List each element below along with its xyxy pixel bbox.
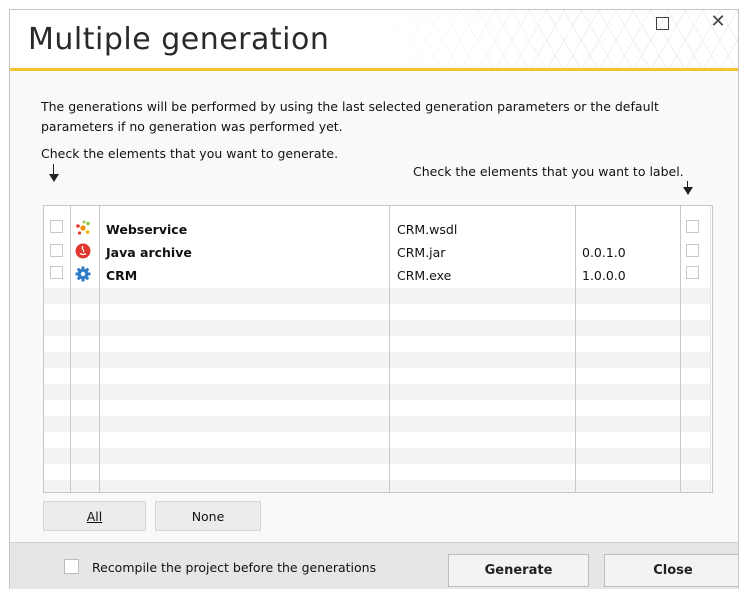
generate-arrow-icon [49,164,59,182]
label-checkbox[interactable] [686,220,699,233]
element-name: Webservice [106,222,188,237]
table-scrollbar[interactable]: ︿ ﹀ [710,206,712,492]
maximize-icon [655,17,669,30]
table-stripe [44,448,712,464]
table-stripe [44,416,712,432]
select-none-label: None [191,509,225,524]
table-row[interactable]: CRM CRM.exe 1.0.0.0 [44,264,712,286]
generate-button[interactable]: Generate [448,554,589,587]
scroll-up-icon[interactable]: ︿ [711,212,712,224]
select-all-label: All [86,509,103,524]
dialog-title: Multiple generation [28,22,330,57]
generate-checkbox[interactable] [50,266,63,279]
dialog-header: Multiple generation ✕ [10,10,738,68]
element-file: CRM.wsdl [397,222,458,237]
table-stripe [44,480,712,492]
intro-text: The generations will be performed by usi… [41,99,659,134]
dialog-footer: Recompile the project before the generat… [10,542,738,589]
scroll-down-icon[interactable]: ﹀ [711,474,712,486]
dialog-window: Multiple generation ✕ The generations wi… [9,9,739,589]
label-checkbox[interactable] [686,244,699,257]
select-all-button[interactable]: All [43,501,146,531]
element-name: Java archive [106,245,192,260]
generate-checkbox[interactable] [50,244,63,257]
generate-checkbox[interactable] [50,220,63,233]
table-row[interactable]: Java archive CRM.jar 0.0.1.0 [44,241,712,263]
table-stripe [44,320,712,336]
java-icon [75,243,91,259]
table-stripe [44,352,712,368]
generate-hint-text: Check the elements that you want to gene… [41,146,339,161]
table-row[interactable]: Webservice CRM.wsdl [44,218,712,240]
element-name: CRM [106,268,138,283]
table-stripe [44,288,712,304]
recompile-label: Recompile the project before the generat… [92,560,377,575]
label-hint-text: Check the elements that you want to labe… [413,164,684,179]
webservice-icon [75,220,91,236]
table-stripe [44,384,712,400]
close-button[interactable]: Close [604,554,738,587]
gear-icon [75,266,91,282]
element-version: 0.0.1.0 [582,245,626,260]
element-version: 1.0.0.0 [582,268,626,283]
header-accent-bar [10,68,738,71]
close-icon: ✕ [710,11,726,32]
select-none-button[interactable]: None [155,501,261,531]
label-checkbox[interactable] [686,266,699,279]
maximize-button[interactable] [642,10,682,38]
recompile-checkbox[interactable] [64,559,79,574]
close-window-button[interactable]: ✕ [698,10,738,38]
label-arrow-icon [683,181,693,199]
element-file: CRM.jar [397,245,446,260]
elements-table: Webservice CRM.wsdl Java archive CRM.jar… [43,205,713,493]
element-file: CRM.exe [397,268,452,283]
